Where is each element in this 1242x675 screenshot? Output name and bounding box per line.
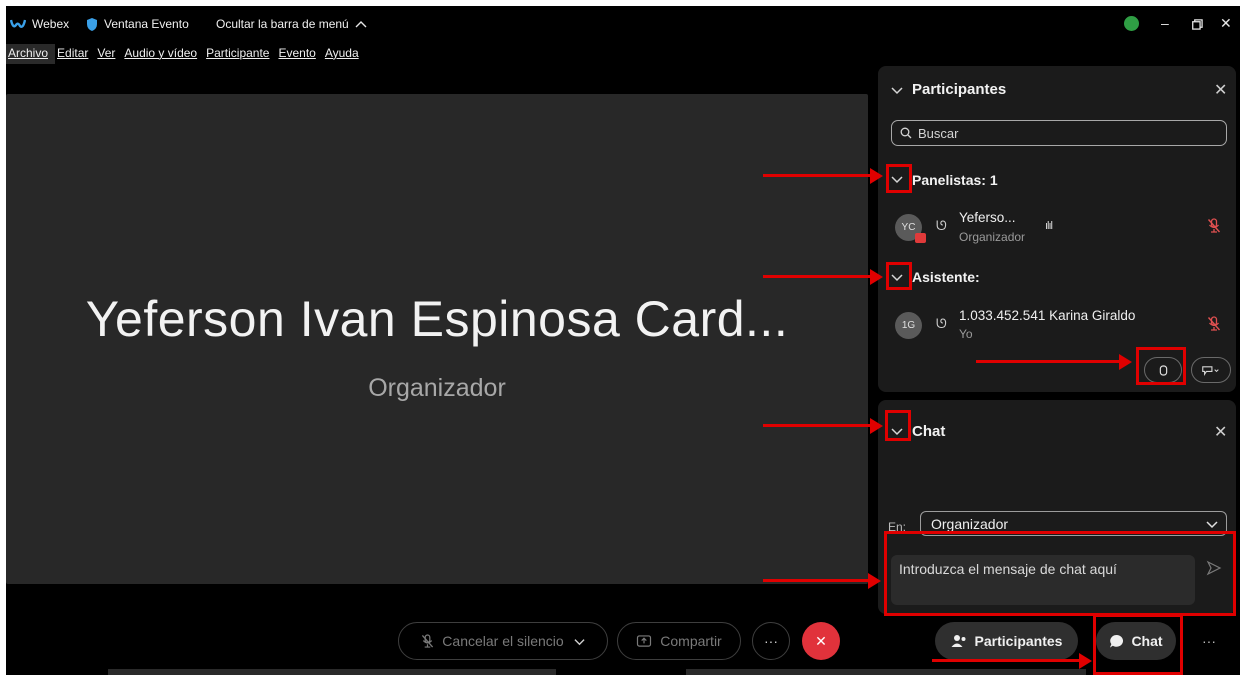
audio-level-icon: ılıl (1045, 220, 1053, 232)
close-icon[interactable]: ✕ (1220, 15, 1232, 32)
menu-ayuda[interactable]: Ayuda (323, 44, 366, 64)
webex-logo-icon (10, 19, 26, 28)
chevron-down-icon (1206, 521, 1218, 529)
shield-icon (87, 17, 97, 31)
app-title: Webex (32, 17, 70, 31)
close-chat-icon[interactable]: ✕ (1214, 422, 1227, 442)
minimize-icon[interactable]: – (1161, 15, 1169, 31)
menu-bar: Archivo Editar Ver Audio y vídeo Partici… (6, 44, 366, 64)
bottom-strip (108, 669, 556, 675)
participants-panel: Participantes ✕ Buscar Panelistas: 1 YC … (878, 66, 1236, 392)
participants-icon (951, 635, 966, 647)
mic-off-icon[interactable] (1207, 316, 1221, 332)
participants-search-input[interactable]: Buscar (891, 120, 1227, 146)
mic-off-icon (422, 633, 434, 648)
avatar: YC (895, 214, 926, 243)
panelists-section-label: Panelistas: 1 (912, 172, 998, 188)
leave-icon: ✕ (815, 632, 827, 649)
unmute-button[interactable]: Cancelar el silencio (398, 622, 608, 660)
window-name: Ventana Evento (86, 17, 189, 31)
window-title: Ventana Evento (104, 17, 189, 31)
status-indicator-icon[interactable] (1124, 16, 1139, 31)
unmute-label: Cancelar el silencio (442, 633, 564, 649)
hide-menu-toggle[interactable]: Ocultar la barra de menú (216, 17, 367, 31)
search-placeholder: Buscar (918, 125, 959, 141)
menu-evento[interactable]: Evento (276, 44, 322, 64)
collapse-participants-chevron-icon[interactable] (890, 84, 904, 98)
search-icon (900, 127, 912, 139)
participants-panel-title: Participantes (912, 81, 1007, 98)
highlight-chat-button (1093, 614, 1183, 675)
highlight-raise-hand (1136, 347, 1186, 385)
attendees-section-label: Asistente: (912, 269, 980, 285)
share-label: Compartir (660, 633, 722, 649)
stage-speaker-name: Yeferson Ivan Espinosa Card... (85, 291, 789, 347)
share-button[interactable]: Compartir (617, 622, 741, 660)
annotation-arrow (976, 354, 1132, 370)
reactions-button[interactable] (1191, 357, 1231, 383)
video-stage: Yeferson Ivan Espinosa Card... Organizad… (6, 94, 868, 584)
stage-speaker-role: Organizador (368, 374, 506, 402)
menu-audio-video[interactable]: Audio y vídeo (122, 44, 204, 64)
overflow-menu-icon: ··· (1202, 633, 1216, 649)
avatar: 1G (895, 312, 922, 339)
menu-archivo[interactable]: Archivo (6, 44, 56, 64)
app-name: Webex (10, 17, 69, 31)
hide-menu-label: Ocultar la barra de menú (216, 17, 349, 31)
leave-button[interactable]: ✕ (802, 622, 840, 660)
mic-off-icon[interactable] (1207, 218, 1221, 234)
attendee-initials: 1G (901, 320, 916, 331)
participants-toggle-label: Participantes (974, 633, 1063, 649)
webex-event-window: Webex Ventana Evento Ocultar la barra de… (6, 6, 1240, 675)
headset-icon: ᘎ (936, 218, 947, 233)
more-options-button[interactable]: ··· (752, 622, 790, 660)
chevron-down-icon (574, 638, 585, 645)
chat-panel-title: Chat (912, 423, 946, 440)
restore-icon[interactable] (1192, 19, 1203, 30)
title-bar: Webex Ventana Evento Ocultar la barra de… (6, 6, 1240, 40)
attendee-role: Yo (959, 327, 973, 341)
panelist-initials: YC (901, 222, 916, 233)
share-screen-icon (637, 634, 652, 647)
highlight-panelists-chevron (886, 164, 912, 193)
highlight-attendees-chevron (886, 262, 912, 290)
overflow-menu-button[interactable]: ··· (1194, 622, 1224, 660)
bottom-strip (686, 669, 1086, 675)
presenter-badge-icon (915, 233, 926, 243)
chevron-up-icon (355, 21, 367, 28)
menu-ver[interactable]: Ver (95, 44, 122, 64)
chat-recipient-value: Organizador (931, 515, 1009, 532)
menu-editar[interactable]: Editar (55, 44, 95, 64)
highlight-chat-chevron (885, 410, 911, 441)
more-options-icon: ··· (764, 633, 778, 649)
annotation-arrow (932, 653, 1092, 669)
panelist-name[interactable]: Yeferso... (959, 210, 1016, 225)
close-participants-icon[interactable]: ✕ (1214, 80, 1227, 100)
annotation-arrow (763, 418, 883, 434)
annotation-arrow (763, 573, 881, 589)
menu-participante[interactable]: Participante (204, 44, 276, 64)
annotation-arrow (763, 168, 883, 184)
highlight-chat-input (884, 531, 1236, 616)
attendee-name[interactable]: 1.033.452.541 Karina Giraldo (959, 308, 1135, 323)
annotation-arrow (763, 269, 883, 285)
panelist-role: Organizador (959, 230, 1026, 244)
reaction-dropdown-icon (1202, 365, 1219, 376)
headset-icon: ᘎ (936, 316, 947, 331)
